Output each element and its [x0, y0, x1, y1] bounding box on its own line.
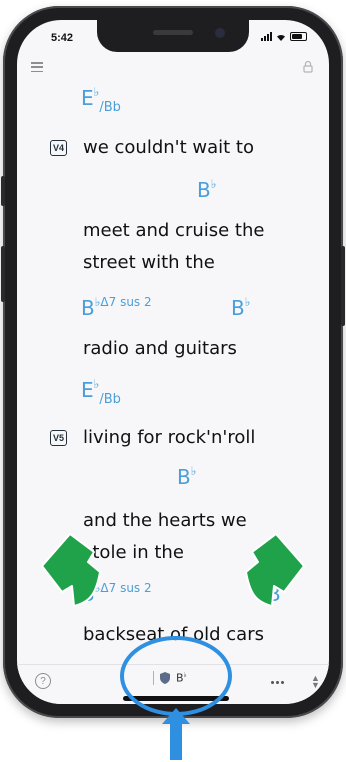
menu-icon[interactable] — [31, 62, 43, 72]
shield-icon — [160, 672, 170, 684]
divider — [153, 671, 154, 685]
verse-badge[interactable]: V5 — [50, 430, 67, 446]
chord-bb-maj7sus2[interactable]: B♭Δ7 sus 2 — [81, 295, 152, 320]
chord-ebb[interactable]: E♭/Bb — [81, 377, 121, 407]
status-time: 5:42 — [51, 32, 74, 44]
wifi-icon — [277, 34, 285, 41]
lyric-line: meet and cruise the — [83, 220, 265, 241]
battery-icon — [290, 32, 307, 41]
chord-ebb[interactable]: E♭/Bb — [81, 85, 121, 115]
lyric-line: living for rock'n'roll — [83, 427, 256, 448]
side-button — [1, 246, 5, 302]
signal-icon — [261, 32, 272, 41]
lyric-line: street with the — [83, 252, 215, 273]
notch — [97, 20, 249, 52]
key-chip[interactable]: B♭ — [153, 671, 187, 685]
status-icons — [261, 32, 307, 41]
more-icon[interactable] — [271, 681, 284, 684]
speaker — [153, 30, 193, 35]
slash-bass: /Bb — [99, 392, 121, 407]
lyric-line: stole in the — [83, 542, 184, 563]
verse-badge[interactable]: V4 — [50, 140, 67, 156]
phone-frame: 5:42 E♭/Bb V4 we couldn't wait to B♭ mee… — [1, 6, 345, 718]
lyric-line: and the hearts we — [83, 510, 247, 531]
home-indicator[interactable] — [123, 696, 229, 701]
side-button — [341, 246, 345, 326]
lock-icon[interactable] — [303, 60, 313, 73]
chord-bb[interactable]: B♭ — [231, 295, 250, 320]
chord-bb[interactable]: B♭ — [197, 177, 216, 202]
slash-bass: /Bb — [99, 100, 121, 115]
lyric-line: backseat of old cars — [83, 624, 264, 645]
help-icon[interactable]: ? — [35, 673, 51, 689]
lyric-line: radio and guitars — [83, 338, 237, 359]
lyric-line: we couldn't wait to — [83, 137, 254, 158]
stepper-down-icon[interactable]: ▼ — [311, 681, 320, 690]
screen: 5:42 E♭/Bb V4 we couldn't wait to B♭ mee… — [17, 20, 329, 704]
key-label: B♭ — [176, 671, 187, 685]
chord-bb[interactable]: B♭ — [267, 581, 286, 606]
chord-bb-maj7sus2[interactable]: B♭Δ7 sus 2 — [81, 581, 152, 606]
stepper-icon[interactable]: ▲ ▼ — [311, 674, 320, 690]
side-button — [1, 176, 5, 206]
chord-bb[interactable]: B♭ — [177, 464, 196, 489]
front-camera — [215, 28, 225, 38]
